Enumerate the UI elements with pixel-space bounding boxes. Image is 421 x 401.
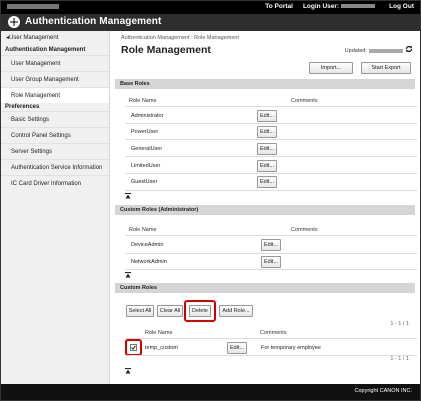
admin-col-comments: Comments	[291, 227, 318, 233]
edit-deviceadmin-button[interactable]: Edit...	[261, 239, 281, 251]
main-content: Authentication Management : Role Managem…	[111, 31, 419, 384]
collapse-up-icon[interactable]	[125, 272, 131, 278]
sidebar: ◂User Management Authentication Manageme…	[1, 31, 110, 384]
updated-label: Updated:	[344, 48, 367, 54]
divider	[125, 338, 417, 339]
divider	[125, 106, 417, 107]
role-name-deviceadmin: DeviceAdmin	[131, 242, 164, 248]
sidebar-group-authentication: Authentication Management	[5, 47, 86, 53]
device-name-redacted	[7, 4, 59, 9]
base-col-role-name: Role Name	[129, 98, 157, 104]
role-name-generaluser: GeneralUser	[131, 146, 163, 152]
sidebar-item-authentication-service-information[interactable]: Authentication Service Information	[1, 159, 109, 175]
section-base-roles: Base Roles	[115, 79, 415, 89]
collapse-up-icon[interactable]	[125, 193, 131, 199]
pager-bottom: 1 - 1 / 1	[390, 356, 409, 362]
sidebar-item-role-management[interactable]: Role Management	[1, 87, 109, 103]
updated-value-redacted	[369, 48, 403, 53]
sidebar-item-ic-card-driver-information[interactable]: IC Card Driver Information	[1, 175, 109, 191]
edit-guestuser-button[interactable]: Edit...	[257, 176, 277, 188]
divider	[125, 123, 417, 124]
pager-top: 1 - 1 / 1	[390, 321, 409, 327]
clear-all-button[interactable]: Clear All	[157, 305, 183, 317]
divider	[125, 235, 417, 236]
edit-administrator-button[interactable]: Edit...	[257, 110, 277, 122]
divider	[125, 156, 417, 157]
logout-link[interactable]: Log Out	[389, 3, 414, 10]
role-name-guestuser: GuestUser	[131, 179, 158, 185]
comment-temp-custom: For temporary employee	[261, 345, 321, 351]
login-user-redacted	[341, 4, 376, 9]
app-title: Authentication Management	[25, 16, 162, 27]
highlight-ring-checkbox	[125, 339, 142, 356]
sidebar-item-user-group-management[interactable]: User Group Management	[1, 71, 109, 87]
to-portal-link[interactable]: To Portal	[265, 3, 293, 10]
import-button[interactable]: Import...	[309, 62, 353, 74]
section-custom-roles: Custom Roles	[115, 283, 415, 293]
sidebar-item-user-management[interactable]: User Management	[1, 55, 109, 71]
login-user: Login User:	[303, 3, 379, 10]
back-link-label: User Management	[9, 35, 59, 41]
divider	[125, 355, 417, 356]
login-user-label: Login User:	[302, 3, 340, 10]
admin-col-role-name: Role Name	[129, 227, 157, 233]
updated-timestamp: Updated:	[345, 48, 405, 54]
role-name-limiteduser: LimitedUser	[131, 163, 161, 169]
top-bar: To Portal Login User: Log Out	[1, 1, 420, 14]
sidebar-item-server-settings[interactable]: Server Settings	[1, 143, 109, 159]
divider	[125, 190, 417, 191]
authentication-logo-icon	[8, 16, 20, 28]
collapse-up-icon[interactable]	[125, 368, 131, 374]
custom-col-role-name: Role Name	[145, 330, 173, 336]
app-header: Authentication Management	[1, 14, 420, 31]
edit-poweruser-button[interactable]: Edit...	[257, 126, 277, 138]
select-all-button[interactable]: Select All	[126, 305, 154, 317]
refresh-icon[interactable]	[405, 45, 413, 53]
section-custom-roles-admin: Custom Roles (Administrator)	[115, 205, 415, 215]
divider	[125, 173, 417, 174]
divider	[125, 269, 417, 270]
divider	[125, 139, 417, 140]
breadcrumb: Authentication Management : Role Managem…	[121, 35, 240, 41]
edit-temp-custom-button[interactable]: Edit...	[227, 342, 247, 354]
add-role-button[interactable]: Add Role...	[219, 305, 253, 317]
divider	[125, 253, 417, 254]
sidebar-group-preferences: Preferences	[5, 104, 40, 110]
sidebar-item-control-panel-settings[interactable]: Control Panel Settings	[1, 127, 109, 143]
browser-frame: To Portal Login User: Log Out Authentica…	[0, 0, 421, 401]
sidebar-item-basic-settings[interactable]: Basic Settings	[1, 111, 109, 127]
page-title: Role Management	[121, 44, 211, 56]
role-name-poweruser: PowerUser	[131, 129, 159, 135]
custom-col-comments: Comments	[260, 330, 287, 336]
footer: Copyright CANON INC.	[1, 384, 420, 400]
start-export-button[interactable]: Start Export	[361, 62, 411, 74]
role-name-administrator: Administrator	[131, 113, 164, 119]
edit-networkadmin-button[interactable]: Edit...	[261, 256, 281, 268]
role-name-networkadmin: NetworkAdmin	[131, 259, 167, 265]
back-link[interactable]: ◂User Management	[6, 34, 58, 41]
edit-limiteduser-button[interactable]: Edit...	[257, 160, 277, 172]
top-links: To Portal Login User: Log Out	[265, 3, 414, 10]
edit-generaluser-button[interactable]: Edit...	[257, 143, 277, 155]
copyright: Copyright CANON INC.	[354, 388, 412, 394]
role-name-temp-custom: temp_custom	[145, 345, 179, 351]
highlight-ring-delete	[184, 300, 216, 322]
base-col-comments: Comments	[291, 98, 318, 104]
